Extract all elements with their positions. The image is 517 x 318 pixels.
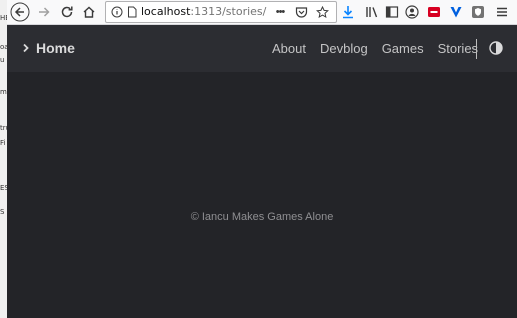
star-icon bbox=[315, 5, 329, 18]
pocket-icon bbox=[295, 6, 307, 18]
bg-text-fragment: oa bbox=[0, 43, 7, 51]
theme-toggle-button[interactable] bbox=[488, 40, 504, 56]
home-label: Home bbox=[36, 40, 75, 56]
url-host: localhost bbox=[141, 5, 191, 18]
main-nav: About Devblog Games Stories bbox=[272, 41, 492, 56]
reload-button[interactable] bbox=[57, 2, 77, 22]
download-arrow-icon bbox=[343, 6, 353, 19]
reload-icon bbox=[61, 6, 73, 18]
sidebar-button[interactable] bbox=[382, 2, 402, 22]
nav-link-stories[interactable]: Stories bbox=[438, 41, 478, 56]
bg-text-fragment: S bbox=[0, 208, 5, 216]
library-button[interactable] bbox=[362, 2, 382, 22]
sidebar-icon bbox=[385, 6, 399, 18]
bg-text-fragment: HE bbox=[0, 14, 7, 22]
chevron-right-icon bbox=[22, 43, 30, 53]
bg-text-fragment: u bbox=[0, 56, 5, 64]
addon-button-red[interactable] bbox=[424, 2, 444, 22]
addon-button-blue[interactable] bbox=[446, 2, 466, 22]
background-window: HE oa u m tru Fi ES S bbox=[0, 0, 7, 318]
nav-link-about[interactable]: About bbox=[272, 41, 306, 56]
library-icon bbox=[366, 7, 378, 18]
home-button[interactable] bbox=[79, 2, 99, 22]
page-actions-menu[interactable]: ••• bbox=[272, 4, 288, 20]
bg-text-fragment: tru bbox=[0, 124, 7, 132]
account-button[interactable] bbox=[402, 2, 422, 22]
site-info-icon[interactable] bbox=[109, 4, 125, 20]
forward-button[interactable] bbox=[34, 2, 54, 22]
contrast-icon bbox=[489, 41, 503, 55]
nav-divider bbox=[476, 39, 477, 59]
url-text[interactable]: localhost:1313/stories/ bbox=[141, 5, 266, 18]
account-icon bbox=[405, 5, 419, 19]
back-arrow-icon bbox=[10, 2, 30, 22]
addon-button-gray[interactable] bbox=[468, 2, 488, 22]
downloads-button[interactable] bbox=[338, 2, 358, 22]
nav-link-devblog[interactable]: Devblog bbox=[320, 41, 368, 56]
hamburger-menu-icon bbox=[497, 7, 507, 17]
page-content: © Iancu Makes Games Alone bbox=[7, 72, 517, 318]
page-icon bbox=[124, 4, 140, 20]
home-link[interactable]: Home bbox=[22, 40, 75, 56]
url-path: :1313/stories/ bbox=[190, 5, 267, 18]
bookmark-button[interactable] bbox=[314, 4, 330, 20]
blue-v-addon-icon bbox=[450, 7, 462, 18]
url-bar[interactable]: localhost:1313/stories/ ••• bbox=[105, 1, 337, 23]
red-addon-icon bbox=[428, 7, 440, 17]
pocket-button[interactable] bbox=[293, 4, 309, 20]
forward-arrow-icon bbox=[39, 7, 50, 17]
footer-copyright: © Iancu Makes Games Alone bbox=[190, 211, 334, 223]
nav-link-games[interactable]: Games bbox=[382, 41, 424, 56]
site-header: Home About Devblog Games Stories bbox=[7, 25, 517, 72]
bg-text-fragment: ES bbox=[0, 184, 7, 192]
bg-text-fragment: m bbox=[0, 88, 7, 96]
browser-window: localhost:1313/stories/ ••• Home About D… bbox=[7, 0, 517, 318]
bg-text-fragment: Fi bbox=[0, 139, 6, 147]
back-button[interactable] bbox=[10, 2, 30, 22]
house-icon bbox=[83, 6, 95, 18]
menu-button[interactable] bbox=[492, 2, 512, 22]
browser-toolbar: localhost:1313/stories/ ••• bbox=[7, 0, 517, 25]
shield-addon-icon bbox=[472, 6, 484, 18]
